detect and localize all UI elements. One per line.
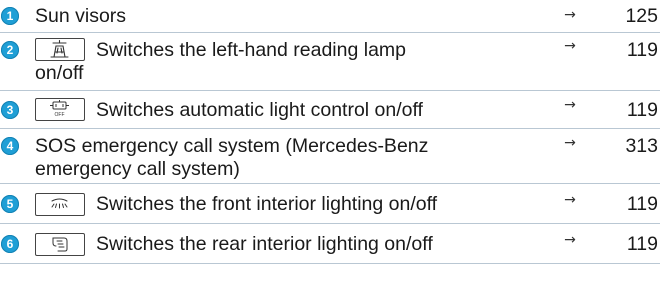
item-description: Switches the left-hand reading lamp [96, 39, 407, 61]
item-number-badge: 5 [1, 195, 19, 213]
list-item-sos-emergency-call: 4 SOS emergency call system (Mercedes-Be… [0, 129, 660, 184]
page-reference-link[interactable]: 125 [625, 5, 658, 28]
page-reference-link[interactable]: 119 [627, 39, 658, 62]
list-item-rear-interior-lighting: 6 Switches the rear interior lighting on… [0, 224, 660, 264]
page-reference-arrow-icon: → [564, 135, 576, 151]
rear-interior-light-icon [52, 237, 68, 252]
list-item-automatic-light-control: 3 OFF Switches automatic light control o… [0, 91, 660, 129]
page-reference-arrow-icon: → [564, 232, 576, 248]
page-reference-arrow-icon: → [564, 38, 576, 54]
page-reference-arrow-icon: → [564, 7, 576, 23]
list-item-front-interior-lighting: 5 Switches the front interior lighting o… [0, 184, 660, 224]
automatic-light-control-button-icon: OFF [35, 98, 85, 121]
page-reference-arrow-icon: → [564, 97, 576, 113]
front-interior-light-icon [51, 198, 68, 209]
item-number-badge: 4 [1, 137, 19, 155]
page-reference-arrow-icon: → [564, 192, 576, 208]
reading-lamp-icon [50, 39, 69, 58]
off-label: OFF [55, 112, 65, 118]
item-description-continued: emergency call system) [35, 158, 240, 180]
reading-lamp-button-icon [35, 38, 85, 61]
item-number-badge: 6 [1, 235, 19, 253]
item-number-badge: 2 [1, 41, 19, 59]
page-reference-link[interactable]: 313 [625, 135, 658, 158]
front-interior-light-button-icon [35, 193, 85, 216]
legend-list: 1 Sun visors → 125 2 Switches the left-h… [0, 0, 660, 264]
page-reference-link[interactable]: 119 [627, 99, 658, 122]
item-number-badge: 1 [1, 7, 19, 25]
list-item-reading-lamp: 2 Switches the left-hand reading lamp on… [0, 33, 660, 91]
page-reference-link[interactable]: 119 [627, 233, 658, 256]
item-description: Switches the front interior lighting on/… [96, 193, 438, 215]
page-reference-link[interactable]: 119 [627, 193, 658, 216]
automatic-light-control-icon: OFF [50, 100, 69, 118]
item-description: SOS emergency call system (Mercedes-Benz [35, 135, 429, 157]
item-description-continued: on/off [35, 62, 84, 84]
item-description: Switches the rear interior lighting on/o… [96, 233, 433, 255]
item-number-badge: 3 [1, 101, 19, 119]
list-item-sun-visors: 1 Sun visors → 125 [0, 0, 660, 33]
rear-interior-light-button-icon [35, 233, 85, 256]
item-description: Sun visors [35, 5, 127, 27]
item-description: Switches automatic light control on/off [96, 99, 423, 121]
